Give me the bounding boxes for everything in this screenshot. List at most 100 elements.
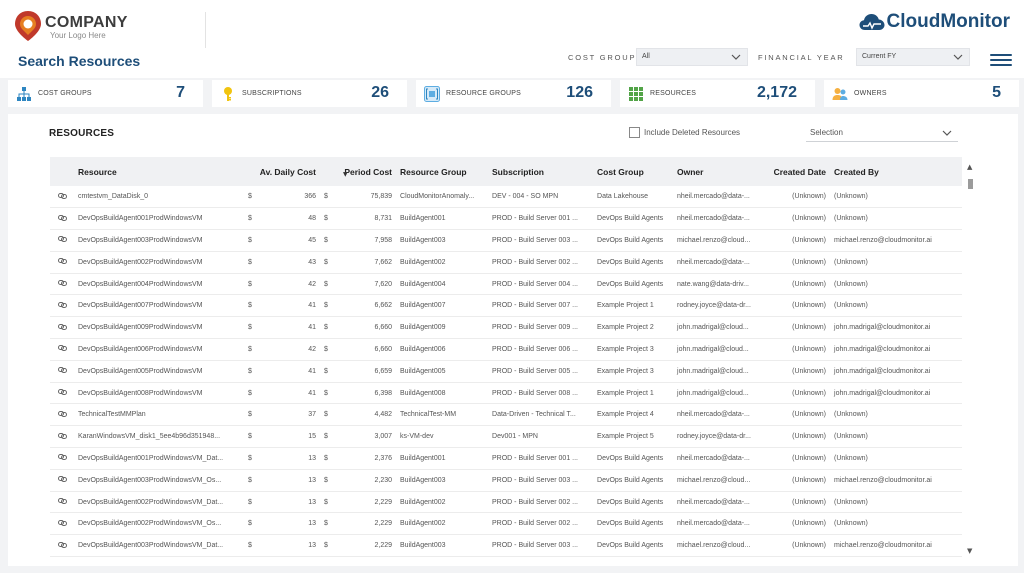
table-row[interactable]: DevOpsBuildAgent003ProdWindowsVM_Os... $1…: [50, 469, 963, 492]
link-icon[interactable]: [50, 186, 74, 208]
resource-group-cell: TechnicalTest-MM: [400, 411, 457, 419]
link-icon[interactable]: [50, 513, 74, 535]
kpi-resources[interactable]: RESOURCES 2,172: [620, 80, 815, 107]
col-created-date[interactable]: Created Date: [768, 157, 830, 186]
col-cost-group[interactable]: Cost Group: [593, 157, 673, 186]
menu-button[interactable]: [990, 54, 1012, 66]
link-icon[interactable]: [50, 251, 74, 273]
scroll-up-icon[interactable]: ▲: [967, 163, 972, 171]
col-daily-cost[interactable]: Av. Daily Cost: [244, 157, 320, 186]
table-row[interactable]: DevOpsBuildAgent006ProdWindowsVM $42 $6,66…: [50, 339, 963, 361]
resource-name: cmtestvm_DataDisk_0: [78, 193, 149, 201]
cost-group-select[interactable]: All: [636, 48, 748, 66]
owner-cell: nheil.mercado@data-...: [677, 193, 750, 201]
link-icon[interactable]: [50, 230, 74, 252]
col-period-cost[interactable]: Period Cost: [320, 157, 396, 186]
selection-dropdown[interactable]: Selection: [806, 125, 958, 142]
link-icon[interactable]: [50, 426, 74, 448]
owner-cell: nate.wang@data-driv...: [677, 280, 749, 288]
created-by-cell: (Unknown): [834, 411, 868, 419]
period-cost-value: 75,839: [370, 193, 393, 201]
period-cost-currency: $: [324, 258, 328, 266]
subscription-cell: PROD - Build Server 004 ...: [492, 280, 578, 288]
resource-group-cell: BuildAgent001: [400, 454, 446, 462]
kpi-cost-groups[interactable]: COST GROUPS 7: [8, 80, 203, 107]
scrollbar-thumb[interactable]: [968, 179, 973, 189]
kpi-owners[interactable]: OWNERS 5: [824, 80, 1019, 107]
table-row[interactable]: KaranWindowsVM_disk1_5ee4b96d351948... $1…: [50, 426, 963, 448]
owner-cell: john.madrigal@cloud...: [677, 324, 749, 332]
include-deleted-checkbox[interactable]: [629, 127, 640, 138]
vertical-scrollbar[interactable]: ▲ ▼: [966, 163, 976, 555]
daily-cost-value: 13: [308, 520, 316, 528]
cloud-icon: [859, 14, 885, 30]
created-date-cell: (Unknown): [792, 302, 827, 310]
link-icon[interactable]: [50, 360, 74, 382]
link-icon[interactable]: [50, 317, 74, 339]
created-by-cell: john.madrigal@cloudmonitor.ai: [834, 324, 931, 332]
link-icon: [58, 389, 67, 396]
daily-cost-currency: $: [248, 280, 252, 288]
link-icon[interactable]: [50, 295, 74, 317]
link-icon[interactable]: [50, 339, 74, 361]
created-by-cell: john.madrigal@cloudmonitor.ai: [834, 389, 931, 397]
kpi-resource-groups[interactable]: RESOURCE GROUPS 126: [416, 80, 611, 107]
menu-bar: [990, 54, 1012, 56]
link-icon[interactable]: [50, 208, 74, 230]
resource-name: DevOpsBuildAgent003ProdWindowsVM_Os...: [78, 476, 222, 484]
subscription-cell: PROD - Build Server 002 ...: [492, 258, 578, 266]
daily-cost-value: 37: [308, 411, 316, 419]
link-icon[interactable]: [50, 535, 74, 557]
table-row[interactable]: DevOpsBuildAgent003ProdWindowsVM_Dat... $…: [50, 535, 963, 557]
scroll-down-icon[interactable]: ▼: [967, 547, 972, 555]
col-resource[interactable]: Resource: [74, 157, 244, 186]
subscription-cell: Data-Driven - Technical T...: [492, 411, 576, 419]
subscription-cell: Dev001 - MPN: [492, 433, 538, 441]
link-icon[interactable]: [50, 469, 74, 491]
resource-group-cell: ks-VM-dev: [400, 433, 434, 441]
period-cost-currency: $: [324, 280, 328, 288]
table-row[interactable]: DevOpsBuildAgent002ProdWindowsVM_Os... $1…: [50, 513, 963, 535]
link-icon: [58, 236, 67, 243]
cost-group-cell: DevOps Build Agents: [597, 454, 664, 462]
table-row[interactable]: DevOpsBuildAgent005ProdWindowsVM $41 $6,65…: [50, 360, 963, 383]
link-icon[interactable]: [50, 404, 74, 426]
daily-cost-currency: $: [248, 345, 252, 353]
table-row[interactable]: DevOpsBuildAgent002ProdWindowsVM_Dat... $…: [50, 491, 963, 513]
owner-cell: john.madrigal@cloud...: [677, 367, 749, 375]
table-row[interactable]: DevOpsBuildAgent002ProdWindowsVM $43 $7,66…: [50, 251, 963, 274]
table-row[interactable]: DevOpsBuildAgent009ProdWindowsVM $41 $6,66…: [50, 317, 963, 339]
table-row[interactable]: DevOpsBuildAgent001ProdWindowsVM_Dat... $…: [50, 448, 963, 470]
daily-cost-value: 42: [308, 345, 316, 353]
table-row[interactable]: DevOpsBuildAgent001ProdWindowsVM $48 $8,73…: [50, 208, 963, 230]
resource-name: TechnicalTestMMPlan: [78, 411, 146, 419]
owner-cell: nheil.mercado@data-...: [677, 454, 750, 462]
col-created-by[interactable]: Created By: [830, 157, 962, 186]
chevron-down-icon: [942, 130, 952, 136]
link-icon[interactable]: [50, 448, 74, 470]
kpi-subscriptions[interactable]: SUBSCRIPTIONS 26: [212, 80, 407, 107]
financial-year-select[interactable]: Current FY: [856, 48, 970, 66]
cost-group-cell: DevOps Build Agents: [597, 520, 664, 528]
table-row[interactable]: cmtestvm_DataDisk_0 $366 $75,839 CloudMonit…: [50, 186, 963, 208]
table-row[interactable]: DevOpsBuildAgent007ProdWindowsVM $41 $6,66…: [50, 295, 963, 317]
link-icon[interactable]: [50, 382, 74, 404]
link-icon[interactable]: [50, 491, 74, 513]
sort-descending-icon[interactable]: ▼: [343, 171, 348, 178]
link-icon: [58, 192, 67, 199]
table-row[interactable]: DevOpsBuildAgent003ProdWindowsVM $45 $7,95…: [50, 230, 963, 252]
link-icon: [58, 454, 67, 461]
col-owner[interactable]: Owner: [673, 157, 768, 186]
created-date-cell: (Unknown): [792, 367, 827, 375]
table-row[interactable]: DevOpsBuildAgent004ProdWindowsVM $42 $7,62…: [50, 273, 963, 295]
col-subscription[interactable]: Subscription: [488, 157, 593, 186]
table-row[interactable]: TechnicalTestMMPlan $37 $4,482 TechnicalTes…: [50, 404, 963, 426]
created-date-cell: (Unknown): [792, 476, 827, 484]
link-icon[interactable]: [50, 273, 74, 295]
table-row[interactable]: DevOpsBuildAgent008ProdWindowsVM $41 $6,39…: [50, 382, 963, 404]
resource-group-cell: BuildAgent008: [400, 389, 446, 397]
kpi-label: COST GROUPS: [38, 90, 92, 97]
link-icon: [58, 258, 67, 265]
daily-cost-value: 45: [308, 236, 316, 244]
col-resource-group[interactable]: Resource Group: [396, 157, 488, 186]
